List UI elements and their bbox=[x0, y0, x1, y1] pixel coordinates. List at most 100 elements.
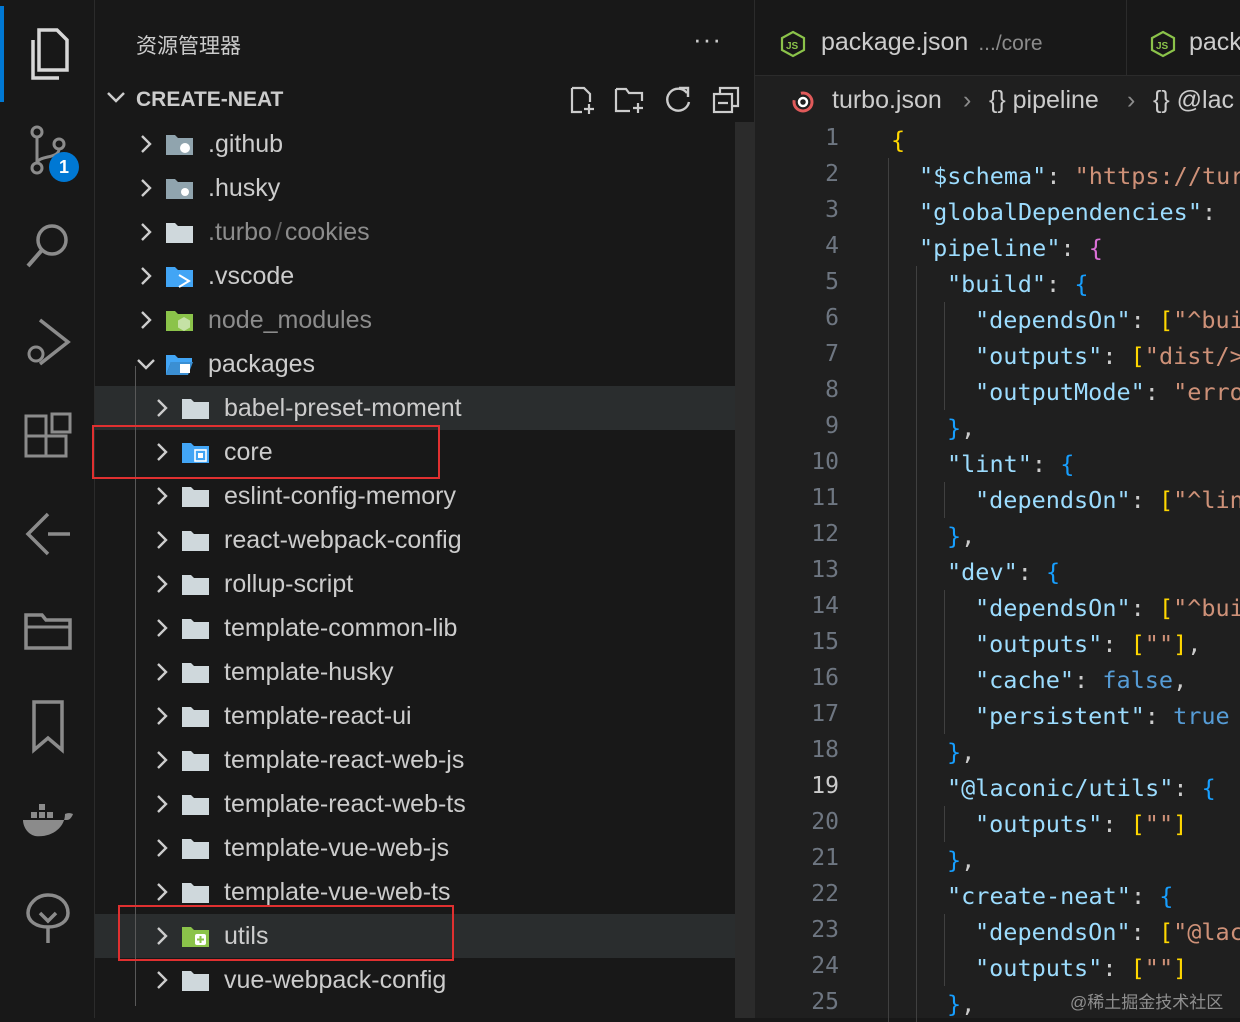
code-line[interactable]: "dependsOn": ["^lin bbox=[975, 486, 1240, 514]
line-number: 25 bbox=[811, 989, 839, 1015]
code-line[interactable]: "create-neat": { bbox=[947, 882, 1173, 910]
code-line[interactable]: "pipeline": { bbox=[919, 234, 1103, 262]
code-line[interactable]: }, bbox=[947, 522, 975, 550]
indent-guide bbox=[944, 626, 945, 662]
tree-item-compact-child[interactable]: cookies bbox=[285, 218, 370, 246]
code-token: "$schema" bbox=[919, 162, 1047, 190]
sidebar-scrollbar[interactable] bbox=[735, 122, 754, 1018]
chevron-right-icon[interactable] bbox=[151, 969, 173, 996]
code-line[interactable]: "outputs": [""], bbox=[975, 630, 1201, 658]
code-token: { bbox=[891, 126, 906, 154]
breadcrumb-laconic[interactable]: {} @lac bbox=[1153, 86, 1234, 115]
code-line[interactable]: "globalDependencies": bbox=[919, 198, 1216, 226]
files-icon[interactable] bbox=[0, 12, 95, 96]
code-line[interactable]: { bbox=[891, 126, 905, 154]
chevron-right-icon[interactable] bbox=[151, 617, 173, 644]
code-token: "outputMode" bbox=[975, 378, 1145, 406]
workspace-header[interactable]: CREATE-NEAT bbox=[95, 78, 754, 122]
code-line[interactable]: }, bbox=[947, 414, 975, 442]
code-token: "erro bbox=[1173, 378, 1240, 406]
code-line[interactable]: }, bbox=[947, 738, 975, 766]
chevron-right-icon[interactable] bbox=[151, 397, 173, 424]
refresh-icon[interactable] bbox=[661, 83, 695, 117]
code-line[interactable]: "lint": { bbox=[947, 450, 1074, 478]
chevron-right-icon[interactable] bbox=[135, 133, 157, 160]
collapse-all-icon[interactable] bbox=[709, 83, 743, 117]
code-line[interactable]: "build": { bbox=[947, 270, 1089, 298]
chevron-down-icon[interactable] bbox=[135, 353, 157, 380]
new-file-icon[interactable] bbox=[565, 83, 599, 117]
indent-guide bbox=[916, 302, 917, 338]
chevron-right-icon[interactable] bbox=[151, 705, 173, 732]
breadcrumb-pipeline[interactable]: {} pipeline bbox=[989, 86, 1099, 115]
code-line[interactable]: "$schema": "https://tur bbox=[919, 162, 1240, 190]
tree-item-template-vue-web-js[interactable]: template-vue-web-js bbox=[95, 826, 735, 870]
code-line[interactable]: "outputMode": "erro bbox=[975, 378, 1240, 406]
chevron-right-icon[interactable] bbox=[151, 881, 173, 908]
code-line[interactable]: "@laconic/utils": { bbox=[947, 774, 1216, 802]
source-control-icon[interactable] bbox=[0, 108, 95, 192]
tree-item-eslint-config-memory[interactable]: eslint-config-memory bbox=[95, 474, 735, 518]
tree-item-dot-turbo[interactable]: .turbo / cookies bbox=[95, 210, 735, 254]
chevron-right-icon[interactable] bbox=[151, 661, 173, 688]
tree-item-template-husky[interactable]: template-husky bbox=[95, 650, 735, 694]
code-line[interactable]: }, bbox=[947, 990, 975, 1018]
tree-item-dot-github[interactable]: .github bbox=[95, 122, 735, 166]
tree-item-rollup-script[interactable]: rollup-script bbox=[95, 562, 735, 606]
tree-item-babel-preset-moment[interactable]: babel-preset-moment bbox=[95, 386, 735, 430]
new-folder-icon[interactable] bbox=[613, 83, 647, 117]
chevron-right-icon[interactable] bbox=[151, 573, 173, 600]
code-token: [ bbox=[1158, 306, 1174, 334]
code-line[interactable]: "outputs": ["dist/> bbox=[975, 342, 1240, 370]
tree-icon[interactable] bbox=[0, 876, 95, 960]
breadcrumb-file[interactable]: turbo.json bbox=[832, 86, 942, 115]
code-line[interactable]: "outputs": [""] bbox=[975, 810, 1187, 838]
tree-item-dot-vscode[interactable]: .vscode bbox=[95, 254, 735, 298]
tree-item-template-react-web-ts[interactable]: template-react-web-ts bbox=[95, 782, 735, 826]
search-icon[interactable] bbox=[0, 204, 95, 288]
code-line[interactable]: "dependsOn": ["^bui bbox=[975, 306, 1240, 334]
tree-item-dot-husky[interactable]: .husky bbox=[95, 166, 735, 210]
extensions-icon[interactable] bbox=[0, 396, 95, 480]
chevron-right-icon[interactable] bbox=[135, 177, 157, 204]
run-debug-icon[interactable] bbox=[0, 300, 95, 384]
chevron-right-icon[interactable] bbox=[135, 309, 157, 336]
chevron-right-icon[interactable] bbox=[151, 529, 173, 556]
tree-item-template-react-web-js[interactable]: template-react-web-js bbox=[95, 738, 735, 782]
tree-item-template-react-ui[interactable]: template-react-ui bbox=[95, 694, 735, 738]
tree-item-template-common-lib[interactable]: template-common-lib bbox=[95, 606, 735, 650]
code-line[interactable]: "cache": false, bbox=[975, 666, 1187, 694]
indent-guide bbox=[888, 698, 889, 734]
chevron-right-icon[interactable] bbox=[151, 793, 173, 820]
line-number: 6 bbox=[825, 305, 839, 331]
tree-item-node_modules[interactable]: node_modules bbox=[95, 298, 735, 342]
indent-guide bbox=[944, 698, 945, 734]
chevron-right-icon[interactable] bbox=[135, 221, 157, 248]
tree-item-packages[interactable]: packages bbox=[95, 342, 735, 386]
tree-item-vue-webpack-config[interactable]: vue-webpack-config bbox=[95, 958, 735, 1002]
folder-icon[interactable] bbox=[0, 588, 95, 672]
line-number: 2 bbox=[825, 161, 839, 187]
tree-item-react-webpack-config[interactable]: react-webpack-config bbox=[95, 518, 735, 562]
code-line[interactable]: "outputs": [""] bbox=[975, 954, 1187, 982]
code-line[interactable]: "persistent": true bbox=[975, 702, 1230, 730]
tab-package-json-2[interactable]: JS pack bbox=[1127, 0, 1240, 76]
remote-explorer-icon[interactable] bbox=[0, 492, 95, 576]
breadcrumb-separator-icon: › bbox=[963, 86, 972, 114]
chevron-right-icon[interactable] bbox=[151, 485, 173, 512]
chevron-right-icon[interactable] bbox=[151, 837, 173, 864]
code-line[interactable]: }, bbox=[947, 846, 975, 874]
code-line[interactable]: "dependsOn": ["@lac bbox=[975, 918, 1240, 946]
code-line[interactable]: "dev": { bbox=[947, 558, 1060, 586]
indent-guide bbox=[916, 338, 917, 374]
tab-package-json-core[interactable]: JS package.json .../core bbox=[755, 0, 1127, 76]
more-actions-button[interactable]: ··· bbox=[693, 24, 722, 55]
code-line[interactable]: "dependsOn": ["^bui bbox=[975, 594, 1240, 622]
chevron-right-icon[interactable] bbox=[151, 749, 173, 776]
tree-item-label: rollup-script bbox=[224, 570, 353, 599]
nodejs-icon: JS bbox=[780, 30, 806, 58]
bookmark-icon[interactable] bbox=[0, 684, 95, 768]
code-token: "globalDependencies" bbox=[919, 198, 1202, 226]
chevron-right-icon[interactable] bbox=[135, 265, 157, 292]
docker-icon[interactable] bbox=[0, 780, 95, 864]
